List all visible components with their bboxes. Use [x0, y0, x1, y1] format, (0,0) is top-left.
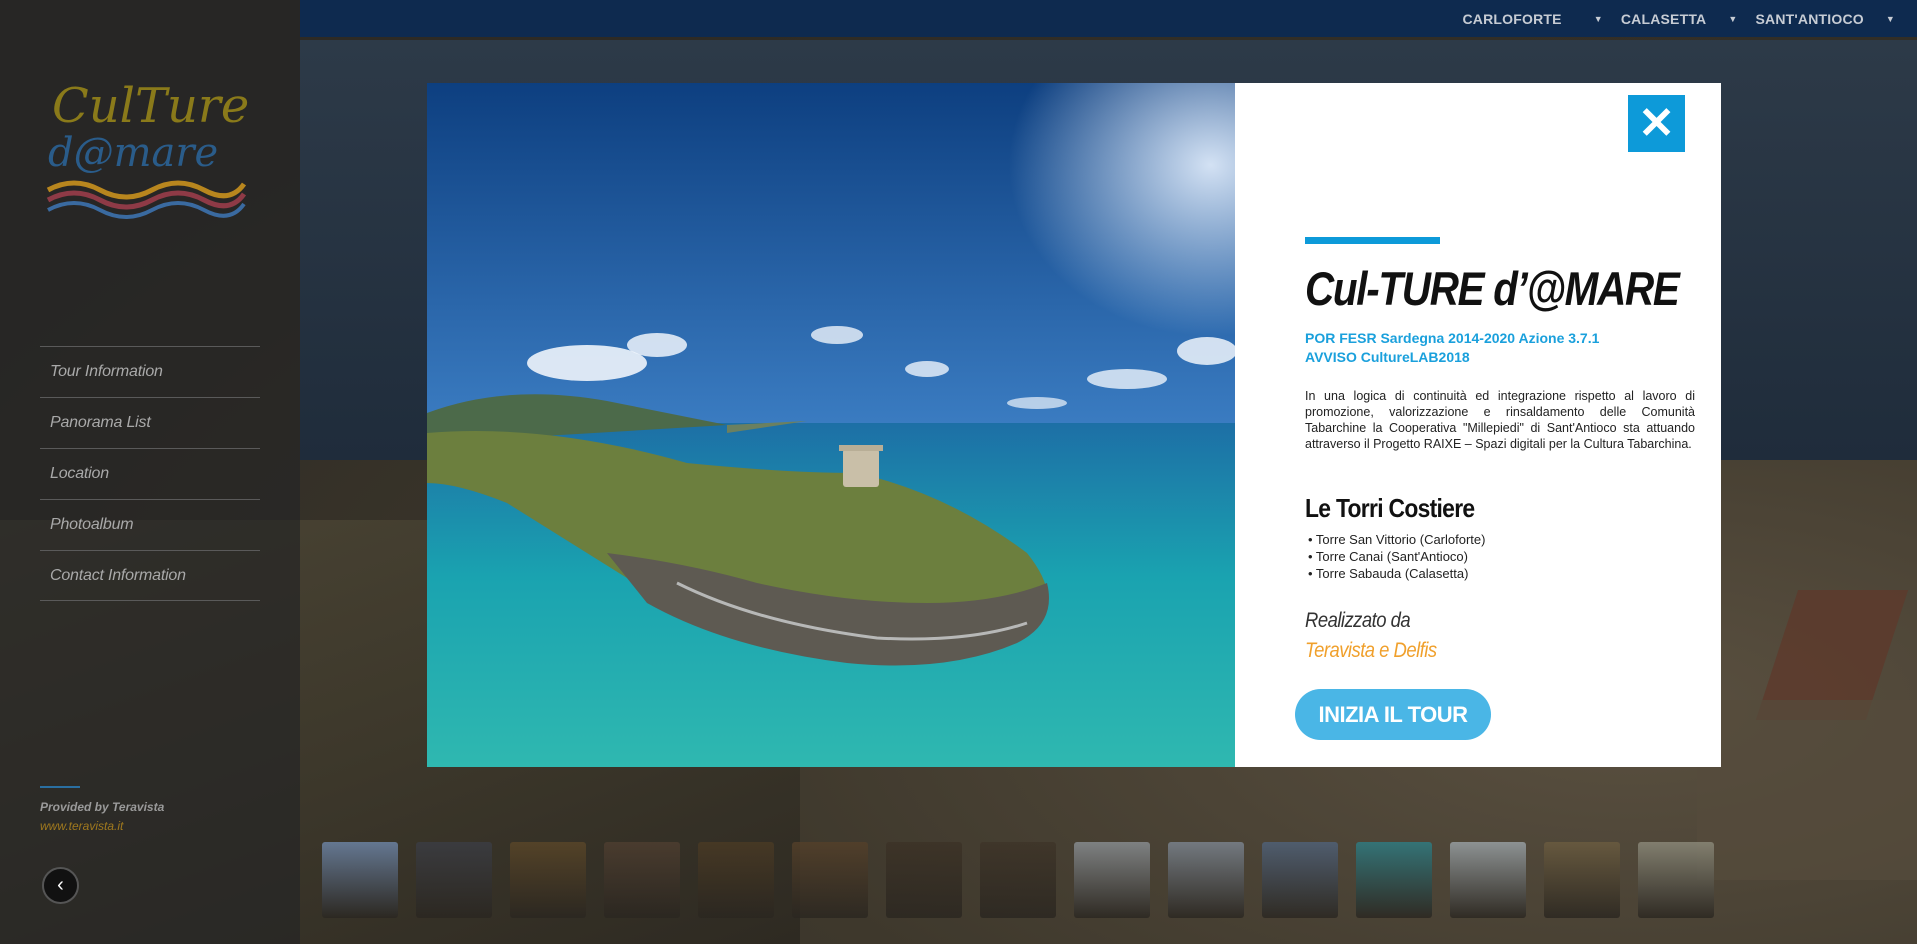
authors-link[interactable]: Teravista e Delfis: [1305, 639, 1437, 663]
panorama-thumbnail[interactable]: [322, 842, 398, 918]
sidebar-item-panorama-list[interactable]: Panorama List: [40, 397, 260, 448]
sidebar-menu: Tour Information Panorama List Location …: [40, 346, 260, 601]
modal-text-panel: ✕ Cul-TURE d’@MARE POR FESR Sardegna 201…: [1235, 83, 1721, 767]
modal-title: Cul-TURE d’@MARE: [1305, 262, 1680, 315]
panorama-thumbnail[interactable]: [1638, 842, 1714, 918]
tower-list: • Torre San Vittorio (Carloforte) • Torr…: [1308, 531, 1485, 582]
panorama-thumbnail[interactable]: [792, 842, 868, 918]
svg-text:CulTure: CulTure: [52, 80, 249, 134]
sidebar-item-label: Photoalbum: [50, 516, 134, 533]
chevron-left-icon[interactable]: ‹: [42, 867, 79, 904]
sidebar: CulTure d@mare Tour Information Panorama…: [0, 0, 300, 944]
nav-calasetta-label: CALASETTA: [1620, 10, 1707, 27]
panorama-thumbnail[interactable]: [510, 842, 586, 918]
modal-subtitle: POR FESR Sardegna 2014-2020 Azione 3.7.1…: [1305, 330, 1600, 365]
list-item: • Torre Sabauda (Calasetta): [1308, 566, 1469, 581]
panorama-thumbnail[interactable]: [416, 842, 492, 918]
tower-panorama-image: [427, 83, 1235, 767]
panorama-thumbnail[interactable]: [1450, 842, 1526, 918]
sidebar-item-label: Contact Information: [50, 566, 186, 584]
sidebar-item-contact-information[interactable]: Contact Information: [40, 550, 260, 601]
start-tour-button[interactable]: INIZIA IL TOUR: [1295, 689, 1491, 740]
sidebar-item-label: Location: [50, 465, 109, 482]
panorama-thumbnail[interactable]: [1168, 842, 1244, 918]
panorama-thumbnail[interactable]: [1544, 842, 1620, 918]
section-title: Le Torri Costiere: [1305, 493, 1475, 523]
top-nav-bar: CARLOFORTE ▼ CALASETTA ▼ SANT'ANTIOCO ▼: [300, 0, 1917, 37]
list-item: • Torre San Vittorio (Carloforte): [1308, 532, 1486, 547]
sidebar-divider: [40, 786, 80, 788]
sidebar-item-photoalbum[interactable]: Photoalbum: [40, 499, 260, 550]
thumbnail-strip: [322, 842, 1732, 918]
caret-down-icon: ▼: [1593, 13, 1603, 24]
caret-down-icon: ▼: [1885, 13, 1895, 24]
panorama-thumbnail[interactable]: [698, 842, 774, 918]
logo[interactable]: CulTure d@mare: [44, 78, 254, 230]
list-item: • Torre Canai (Sant'Antioco): [1308, 549, 1468, 564]
modal-description: In una logica di continuità ed integrazi…: [1305, 389, 1695, 451]
caret-down-icon: ▼: [1728, 13, 1738, 24]
nav-santantioco[interactable]: SANT'ANTIOCO ▼: [1755, 11, 1895, 27]
logo-image: CulTure d@mare: [46, 78, 249, 219]
panorama-thumbnail[interactable]: [1074, 842, 1150, 918]
accent-bar: [1305, 237, 1440, 244]
panorama-thumbnail[interactable]: [1356, 842, 1432, 918]
provider-link[interactable]: www.teravista.it: [40, 819, 123, 833]
sidebar-item-location[interactable]: Location: [40, 448, 260, 499]
sidebar-item-label: Panorama List: [50, 414, 151, 431]
panorama-thumbnail[interactable]: [980, 842, 1056, 918]
intro-modal: ✕ Cul-TURE d’@MARE POR FESR Sardegna 201…: [427, 83, 1721, 767]
nav-santantioco-label: SANT'ANTIOCO: [1755, 10, 1864, 27]
made-by-label: Realizzato da: [1305, 609, 1411, 632]
sidebar-item-label: Tour Information: [50, 363, 163, 380]
close-icon[interactable]: ✕: [1628, 95, 1685, 152]
panorama-thumbnail[interactable]: [1262, 842, 1338, 918]
nav-carloforte-label: CARLOFORTE: [1462, 10, 1562, 27]
panorama-thumbnail[interactable]: [604, 842, 680, 918]
sidebar-item-tour-information[interactable]: Tour Information: [40, 346, 260, 397]
nav-carloforte[interactable]: CARLOFORTE ▼: [1463, 11, 1603, 27]
provided-by-text: Provided by Teravista: [40, 800, 165, 814]
nav-calasetta[interactable]: CALASETTA ▼: [1621, 11, 1738, 27]
panorama-thumbnail[interactable]: [886, 842, 962, 918]
svg-text:d@mare: d@mare: [48, 130, 218, 176]
